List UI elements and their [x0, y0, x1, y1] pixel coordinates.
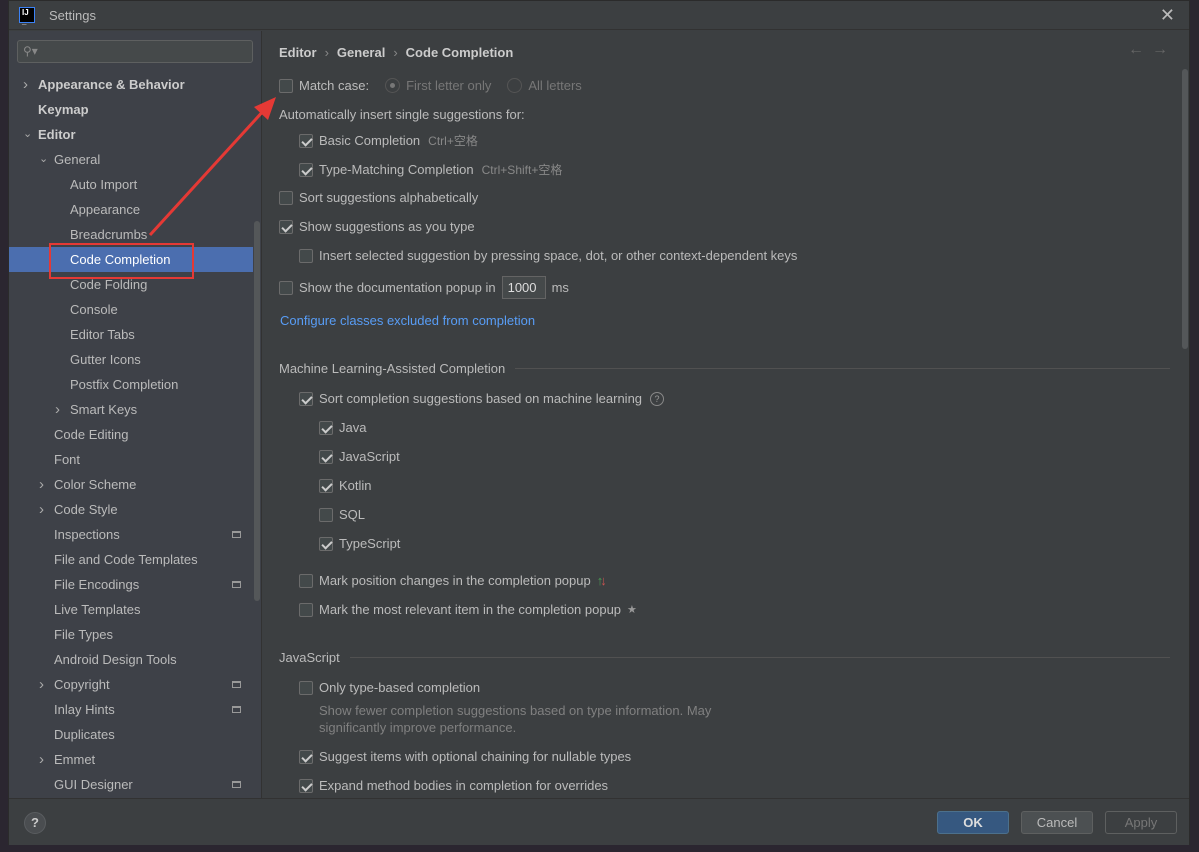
- annotation-arrow: [148, 97, 276, 237]
